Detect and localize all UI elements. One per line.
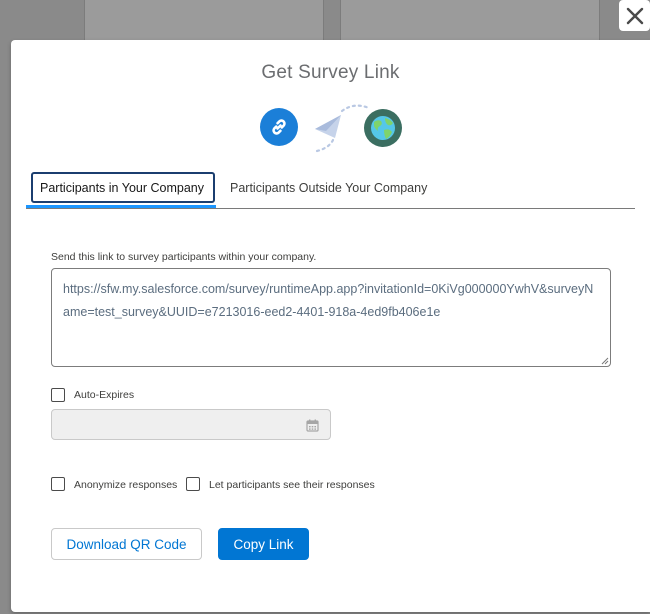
link-icon (260, 108, 298, 146)
copy-link-button[interactable]: Copy Link (218, 528, 309, 560)
auto-expires-label: Auto-Expires (74, 389, 135, 401)
active-tab-indicator (26, 205, 216, 208)
background-panel (84, 0, 324, 40)
see-responses-checkbox[interactable] (186, 477, 200, 491)
calendar-icon (306, 419, 319, 432)
expiration-date-input[interactable] (51, 409, 331, 440)
resize-handle-icon[interactable] (600, 356, 609, 365)
globe-icon (364, 109, 402, 147)
tab-participants-in-company[interactable]: Participants in Your Company (31, 172, 215, 203)
get-survey-link-modal: Get Survey Link Participants in Your Com… (11, 40, 650, 612)
close-button[interactable] (619, 0, 650, 31)
link-description: Send this link to survey participants wi… (51, 251, 317, 263)
survey-link-text: https://sfw.my.salesforce.com/survey/run… (63, 282, 594, 319)
see-responses-label: Let participants see their responses (209, 479, 375, 491)
anonymize-responses-label: Anonymize responses (74, 479, 178, 491)
modal-title: Get Survey Link (261, 62, 400, 83)
tab-participants-outside-company[interactable]: Participants Outside Your Company (223, 172, 434, 203)
download-qr-code-button[interactable]: Download QR Code (51, 528, 202, 560)
close-icon (626, 7, 643, 24)
tab-bar: Participants in Your Company Participant… (26, 171, 635, 209)
background-panel (340, 0, 600, 40)
anonymize-responses-checkbox[interactable] (51, 477, 65, 491)
auto-expires-checkbox[interactable] (51, 388, 65, 402)
survey-link-textarea[interactable]: https://sfw.my.salesforce.com/survey/run… (51, 268, 611, 367)
